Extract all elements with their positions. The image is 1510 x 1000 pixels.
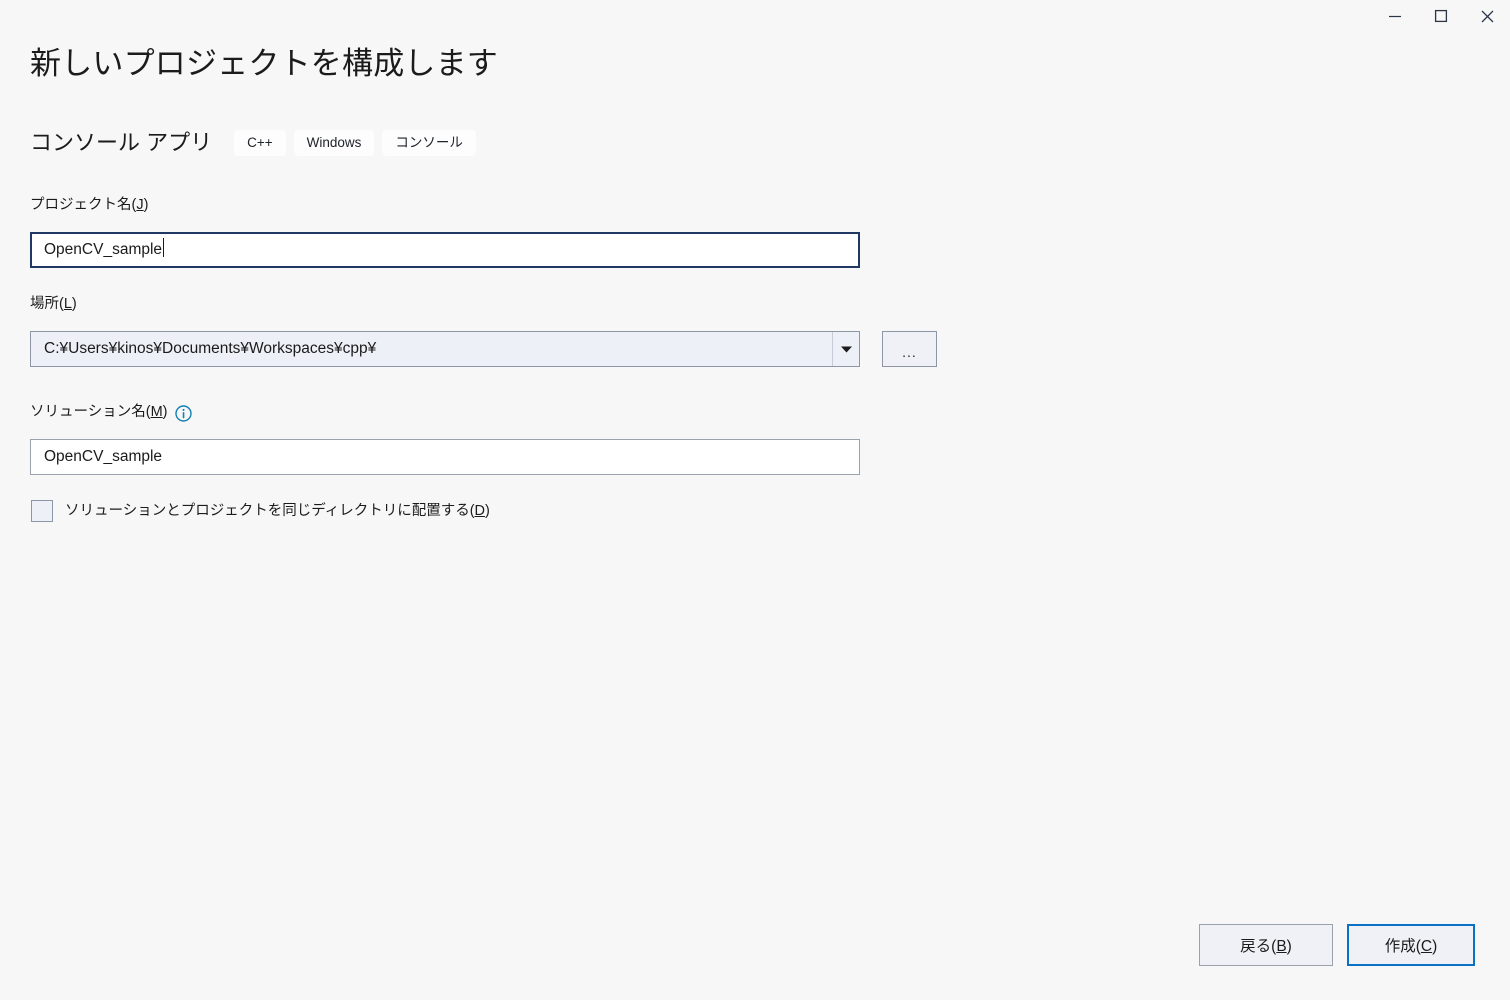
chevron-down-icon [841,340,852,358]
location-value: C:¥Users¥kinos¥Documents¥Workspaces¥cpp¥ [31,332,832,366]
dialog-body: 新しいプロジェクトを構成します コンソール アプリ C++ Windows コン… [0,0,1510,1000]
browse-folder-label: ... [902,347,917,357]
dialog-footer: 戻る(B) 作成(C) [0,924,1510,968]
info-icon[interactable] [175,405,192,422]
back-button[interactable]: 戻る(B) [1199,924,1333,966]
tag-language: C++ [234,130,286,156]
template-summary: コンソール アプリ C++ Windows コンソール [30,128,484,158]
solution-name-value: OpenCV_sample [44,448,162,465]
location-access-key: L [64,296,72,312]
page-title: 新しいプロジェクトを構成します [30,44,498,84]
create-button-label: 作成 [1385,938,1416,955]
solution-name-input[interactable]: OpenCV_sample [30,439,860,475]
same-directory-label-text: ソリューションとプロジェクトを同じディレクトリに配置する [65,503,470,519]
solution-name-access-key: M [151,404,163,420]
location-label: 場所(L) [30,294,77,314]
solution-name-label: ソリューション名(M) [30,402,192,422]
project-name-input[interactable]: OpenCV_sample [30,232,860,268]
create-button[interactable]: 作成(C) [1347,924,1475,966]
back-access-key: B [1276,938,1286,955]
text-caret [163,238,164,257]
solution-name-label-text: ソリューション名 [30,404,146,420]
project-name-label-text: プロジェクト名 [30,197,132,213]
tag-platform: Windows [294,130,375,156]
project-name-value: OpenCV_sample [44,241,162,258]
back-button-label: 戻る [1240,938,1271,955]
location-dropdown-button[interactable] [832,332,859,366]
same-directory-access-key: D [475,503,485,519]
location-label-text: 場所 [30,296,59,312]
template-name: コンソール アプリ [30,128,212,158]
tag-project-type: コンソール [382,130,476,156]
same-directory-checkbox-row[interactable]: ソリューションとプロジェクトを同じディレクトリに配置する(D) [31,500,490,522]
location-combobox[interactable]: C:¥Users¥kinos¥Documents¥Workspaces¥cpp¥ [30,331,860,367]
create-access-key: C [1421,938,1432,955]
same-directory-checkbox[interactable] [31,500,53,522]
project-name-label: プロジェクト名(J) [30,195,148,215]
project-name-access-key: J [136,197,143,213]
same-directory-label: ソリューションとプロジェクトを同じディレクトリに配置する(D) [65,501,490,521]
browse-folder-button[interactable]: ... [882,331,937,367]
